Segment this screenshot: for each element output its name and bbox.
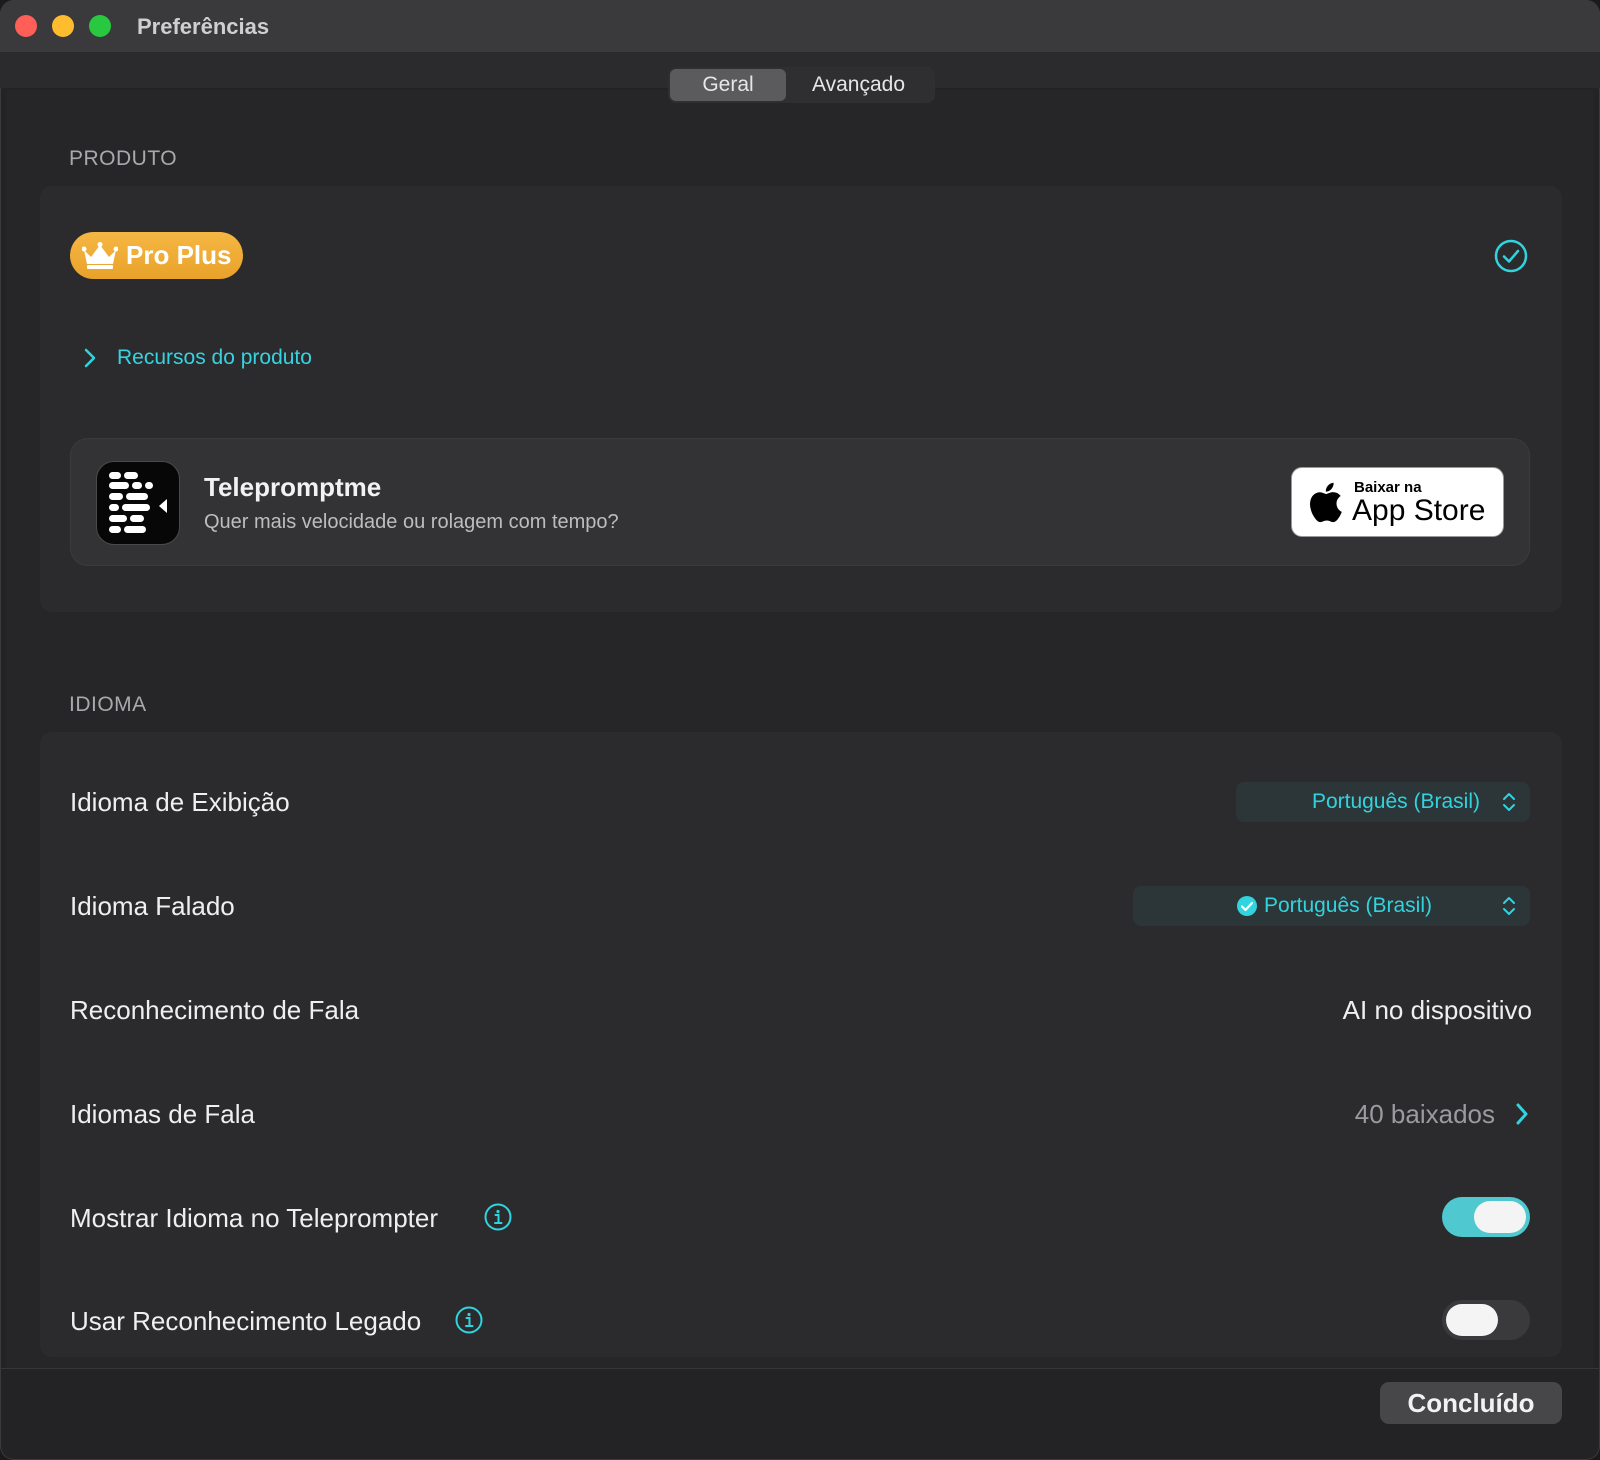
promo-subtitle: Quer mais velocidade ou rolagem com temp… <box>204 511 619 533</box>
toggle-knob <box>1446 1304 1498 1336</box>
done-button[interactable]: Concluído <box>1380 1382 1562 1424</box>
display-language-label: Idioma de Exibição <box>70 787 290 817</box>
info-icon[interactable] <box>455 1306 483 1334</box>
speech-languages-value[interactable]: 40 baixados <box>1355 1099 1495 1130</box>
chevron-up-down-icon <box>1503 897 1515 915</box>
speech-recognition-value: AI no dispositivo <box>1342 995 1532 1025</box>
legacy-recognition-toggle[interactable] <box>1442 1300 1530 1340</box>
tab-avancado[interactable]: Avançado <box>786 69 931 101</box>
display-language-select[interactable]: Português (Brasil) <box>1236 782 1530 822</box>
speech-recognition-label: Reconhecimento de Fala <box>70 995 360 1025</box>
legacy-recognition-label: Usar Reconhecimento Legado <box>70 1306 422 1336</box>
language-card <box>40 732 1562 1357</box>
badge-label: Pro Plus <box>126 240 232 270</box>
spoken-language-label: Idioma Falado <box>70 891 235 921</box>
show-language-label: Mostrar Idioma no Teleprompter <box>70 1203 439 1233</box>
spoken-language-value: Português (Brasil) <box>1263 894 1432 917</box>
window-title: Preferências <box>137 14 270 39</box>
product-features-label: Recursos do produto <box>117 346 312 369</box>
spoken-language-select[interactable]: Português (Brasil) <box>1133 886 1530 926</box>
app-promo-card: Telepromptme Quer mais velocidade ou rol… <box>70 438 1530 566</box>
show-language-toggle[interactable] <box>1442 1197 1530 1237</box>
minimize-window-button[interactable] <box>52 15 74 37</box>
crown-icon <box>82 241 118 269</box>
footer-divider <box>0 1368 1600 1369</box>
preferences-window: Preferências Geral Avançado PRODUTO Pro … <box>0 0 1600 1460</box>
section-label-produto: PRODUTO <box>69 147 178 170</box>
chevron-right-icon[interactable] <box>1514 1101 1530 1127</box>
zoom-window-button[interactable] <box>89 15 111 37</box>
section-label-idioma: IDIOMA <box>69 693 147 716</box>
info-icon[interactable] <box>484 1203 512 1231</box>
speech-languages-label[interactable]: Idiomas de Fala <box>70 1099 255 1130</box>
tab-bar: Geral Avançado <box>668 67 935 103</box>
promo-app-name: Telepromptme <box>204 472 382 502</box>
checkmark-circle-icon <box>1494 239 1528 273</box>
app-store-button[interactable]: Baixar na App Store <box>1291 467 1504 537</box>
title-bar: Preferências <box>0 0 1600 53</box>
apple-logo-icon <box>1310 482 1342 523</box>
pro-plus-badge: Pro Plus <box>70 232 243 279</box>
display-language-value: Português (Brasil) <box>1311 790 1480 813</box>
chevron-right-icon <box>84 348 96 368</box>
chevron-up-down-icon <box>1503 793 1515 811</box>
checkmark-badge-icon <box>1236 896 1257 916</box>
close-window-button[interactable] <box>15 15 37 37</box>
toggle-knob <box>1474 1201 1526 1233</box>
tab-geral[interactable]: Geral <box>670 69 786 101</box>
app-store-big-text: App Store <box>1352 494 1486 527</box>
product-features-link[interactable]: Recursos do produto <box>83 346 312 370</box>
telepromptme-app-icon <box>96 461 180 545</box>
